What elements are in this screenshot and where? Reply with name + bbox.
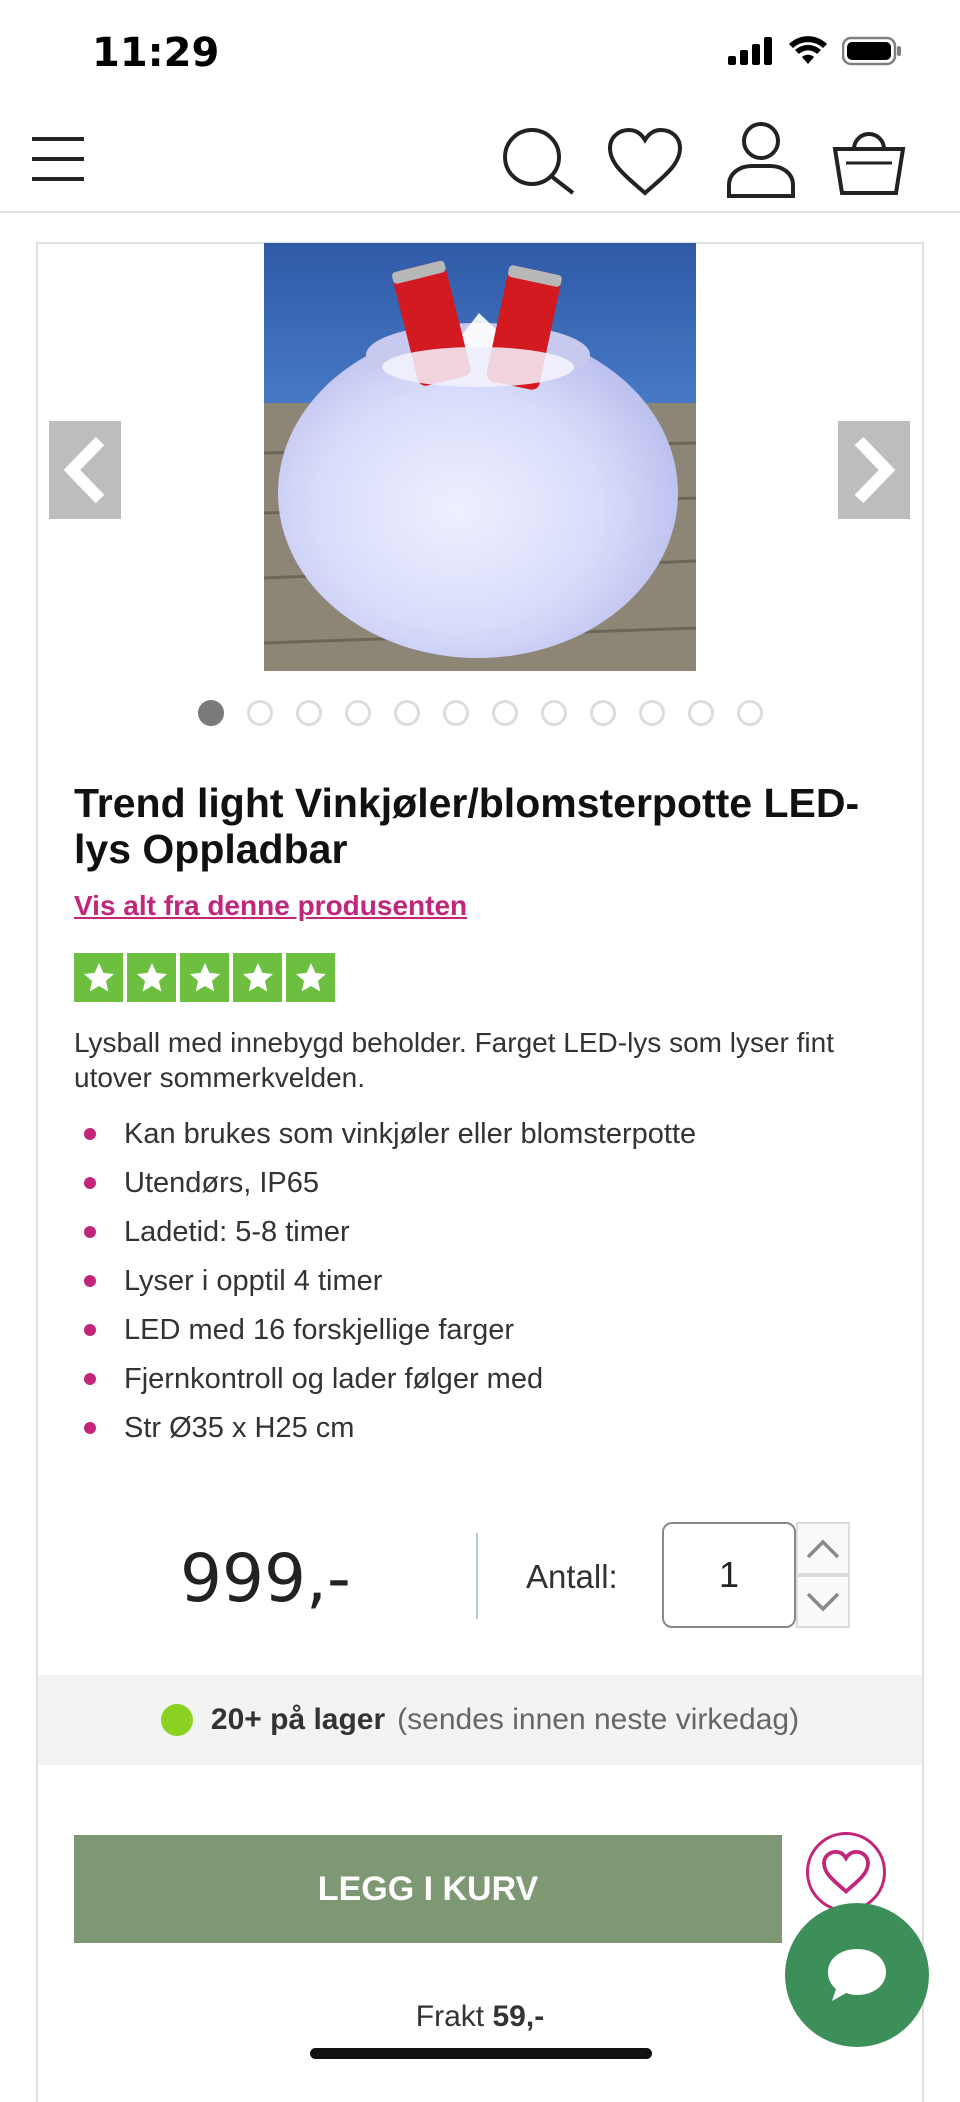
user-icon[interactable] <box>726 121 796 199</box>
status-bar: 11:29 <box>0 0 960 105</box>
stock-count: 20+ på lager <box>210 1703 386 1736</box>
menu-icon[interactable] <box>30 131 86 187</box>
stock-status: 20+ på lager (sendes innen neste virkeda… <box>38 1675 922 1765</box>
chevron-left-icon <box>63 436 105 504</box>
product-image[interactable] <box>264 243 696 671</box>
signal-icon <box>728 37 772 65</box>
chevron-down-icon <box>806 1592 840 1611</box>
gallery-dot[interactable] <box>442 700 469 726</box>
product-description: Lysball med innebygd beholder. Farget LE… <box>74 1027 834 1093</box>
gallery-next-button[interactable] <box>838 421 910 519</box>
quantity-increase-button[interactable] <box>796 1522 850 1575</box>
star-icon <box>233 953 282 1002</box>
status-icons <box>728 36 902 66</box>
heart-icon[interactable] <box>607 127 683 197</box>
gallery-dot[interactable] <box>295 700 322 726</box>
wifi-icon <box>789 36 827 64</box>
gallery-dot[interactable] <box>246 700 273 726</box>
list-item: Lyser i opptil 4 timer <box>74 1257 874 1306</box>
chevron-right-icon <box>854 436 896 504</box>
basket-icon[interactable] <box>832 123 906 197</box>
gallery-prev-button[interactable] <box>49 421 121 519</box>
bullet-dot <box>84 1324 96 1336</box>
star-icon <box>127 953 176 1002</box>
list-item: Utendørs, IP65 <box>74 1159 874 1208</box>
gallery-dot[interactable] <box>687 700 714 726</box>
gallery-dot[interactable] <box>393 700 420 726</box>
star-icon <box>74 953 123 1002</box>
bullet-dot <box>84 1128 96 1140</box>
quantity-decrease-button[interactable] <box>796 1575 850 1628</box>
shipping-label: Frakt <box>415 2000 485 2033</box>
wishlist-button[interactable] <box>806 1832 886 1912</box>
star-icon <box>180 953 229 1002</box>
quantity-input[interactable]: 1 <box>662 1522 796 1628</box>
stock-indicator-icon <box>160 1704 193 1736</box>
bullet-dot <box>84 1422 96 1434</box>
stock-delivery-note: (sendes innen neste virkedag) <box>397 1703 800 1736</box>
gallery-dot[interactable] <box>638 700 665 726</box>
shipping-price: 59,- <box>492 2000 545 2033</box>
price-divider <box>476 1533 478 1619</box>
site-header <box>0 105 960 213</box>
bullet-dot <box>84 1373 96 1385</box>
list-item: Fjernkontroll og lader følger med <box>74 1355 874 1404</box>
feature-list: Kan brukes som vinkjøler eller blomsterp… <box>74 1110 874 1453</box>
gallery-dots <box>0 700 960 726</box>
bullet-dot <box>84 1226 96 1238</box>
heart-icon <box>822 1850 870 1894</box>
product-title: Trend light Vinkjøler/blomsterpotte LED-… <box>74 780 860 872</box>
list-item: Kan brukes som vinkjøler eller blomsterp… <box>74 1110 874 1159</box>
gallery-dot[interactable] <box>736 700 763 726</box>
bullet-dot <box>84 1177 96 1189</box>
chevron-up-icon <box>806 1539 840 1558</box>
brand-link[interactable]: Vis alt fra denne produsenten <box>74 890 467 922</box>
rating-stars <box>74 953 335 1002</box>
product-price: 999,- <box>180 1540 351 1617</box>
chat-bubble-icon <box>828 1949 886 2001</box>
gallery-dot[interactable] <box>491 700 518 726</box>
star-icon <box>286 953 335 1002</box>
list-item: Ladetid: 5-8 timer <box>74 1208 874 1257</box>
status-time: 11:29 <box>92 30 220 76</box>
home-indicator <box>310 2048 652 2059</box>
add-to-cart-button[interactable]: LEGG I KURV <box>74 1835 782 1943</box>
gallery-dot[interactable] <box>197 700 224 726</box>
battery-icon <box>842 36 901 66</box>
gallery-dot[interactable] <box>589 700 616 726</box>
gallery-dot[interactable] <box>540 700 567 726</box>
bullet-dot <box>84 1275 96 1287</box>
list-item: LED med 16 forskjellige farger <box>74 1306 874 1355</box>
quantity-label: Antall: <box>526 1558 618 1595</box>
list-item: Str Ø35 x H25 cm <box>74 1404 874 1453</box>
chat-button[interactable] <box>785 1903 929 2047</box>
search-icon[interactable] <box>500 125 576 201</box>
gallery-dot[interactable] <box>344 700 371 726</box>
